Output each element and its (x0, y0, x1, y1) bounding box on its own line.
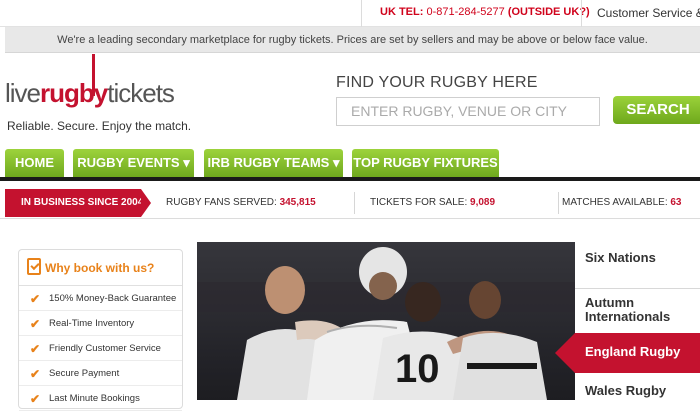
check-icon: ✔ (30, 317, 41, 331)
search-button[interactable]: SEARCH (613, 96, 700, 124)
tel-label: UK TEL: (380, 6, 424, 18)
main-nav: HOME RUGBY EVENTS ▾ IRB RUGBY TEAMS ▾ TO… (0, 149, 700, 181)
marketplace-notice: We're a leading secondary marketplace fo… (5, 27, 700, 53)
outside-uk-link[interactable]: (OUTSIDE UK?) (508, 6, 590, 18)
stats-bar: IN BUSINESS SINCE 2004 RUGBY FANS SERVED… (0, 189, 700, 219)
in-business-badge: IN BUSINESS SINCE 2004 (5, 189, 143, 217)
team-nav: Six Nations Autumn Internationals Englan… (555, 242, 700, 403)
list-item: ✔ Friendly Customer Service (19, 336, 182, 361)
active-arrow (555, 333, 575, 373)
check-icon: ✔ (30, 292, 41, 306)
stat-matches-available: MATCHES AVAILABLE: 63 (562, 189, 682, 217)
list-item-label: Real-Time Inventory (49, 318, 135, 329)
tel-number[interactable]: 0-871-284-5277 (426, 6, 504, 18)
stat-label: TICKETS FOR SALE: (370, 197, 468, 208)
list-item: ✔ 150% Money-Back Guarantee (19, 286, 182, 311)
team-england-rugby[interactable]: England Rugby (555, 333, 700, 373)
site-logo[interactable]: liverugbytickets (5, 78, 175, 109)
tagline: Reliable. Secure. Enjoy the match. (7, 119, 192, 133)
stat-value: 63 (670, 197, 682, 208)
logo-tickets: tickets (107, 78, 175, 108)
team-autumn-internationals[interactable]: Autumn Internationals (575, 290, 700, 335)
why-book-title: Why book with us? (45, 261, 155, 275)
team-six-nations[interactable]: Six Nations (575, 242, 700, 289)
checklist-icon (27, 258, 41, 275)
list-item: ✔ Last Minute Bookings (19, 386, 182, 411)
stat-tickets-for-sale: TICKETS FOR SALE: 9,089 (370, 189, 495, 217)
divider (361, 0, 362, 27)
list-item-label: Friendly Customer Service (49, 343, 161, 354)
nav-irb-rugby-teams[interactable]: IRB RUGBY TEAMS ▾ (204, 149, 343, 177)
customer-service-link[interactable]: Customer Service & FA (597, 6, 700, 20)
list-item: ✔ Secure Payment (19, 361, 182, 386)
divider (354, 192, 355, 214)
search-input[interactable]: ENTER RUGBY, VENUE OR CITY (336, 97, 600, 126)
why-book-header: Why book with us? (19, 250, 182, 286)
stat-label: MATCHES AVAILABLE: (562, 197, 668, 208)
nav-top-rugby-fixtures[interactable]: TOP RUGBY FIXTURES (352, 149, 499, 177)
check-icon: ✔ (30, 367, 41, 381)
check-icon: ✔ (30, 392, 41, 406)
divider (558, 192, 559, 214)
stat-label: RUGBY FANS SERVED: (166, 197, 277, 208)
stat-value: 345,815 (279, 197, 316, 208)
logo-rugby: rugby (40, 78, 108, 108)
team-wales-rugby[interactable]: Wales Rugby (575, 379, 700, 403)
list-item-label: 150% Money-Back Guarantee (49, 293, 177, 304)
search-heading: FIND YOUR RUGBY HERE (336, 74, 538, 91)
logo-live: live (5, 78, 41, 108)
list-item-label: Secure Payment (49, 368, 120, 379)
team-england-label: England Rugby (585, 344, 681, 359)
check-icon: ✔ (30, 342, 41, 356)
top-utility-bar: UK TEL: 0-871-284-5277 (OUTSIDE UK?) Cus… (0, 0, 700, 27)
list-item: ✔ Real-Time Inventory (19, 311, 182, 336)
divider (581, 0, 582, 27)
nav-rugby-events[interactable]: RUGBY EVENTS ▾ (73, 149, 194, 177)
nav-home[interactable]: HOME (5, 149, 64, 177)
list-item-label: Last Minute Bookings (49, 393, 140, 404)
badge-arrow (141, 189, 151, 217)
rugby-players-photo: 10 (197, 242, 575, 400)
stat-value: 9,089 (470, 197, 496, 208)
stat-fans-served: RUGBY FANS SERVED: 345,815 (166, 189, 316, 217)
phone-info[interactable]: UK TEL: 0-871-284-5277 (OUTSIDE UK?) (380, 6, 590, 18)
hero-image[interactable]: 10 (197, 242, 575, 400)
why-book-panel: Why book with us? ✔ 150% Money-Back Guar… (18, 249, 183, 411)
